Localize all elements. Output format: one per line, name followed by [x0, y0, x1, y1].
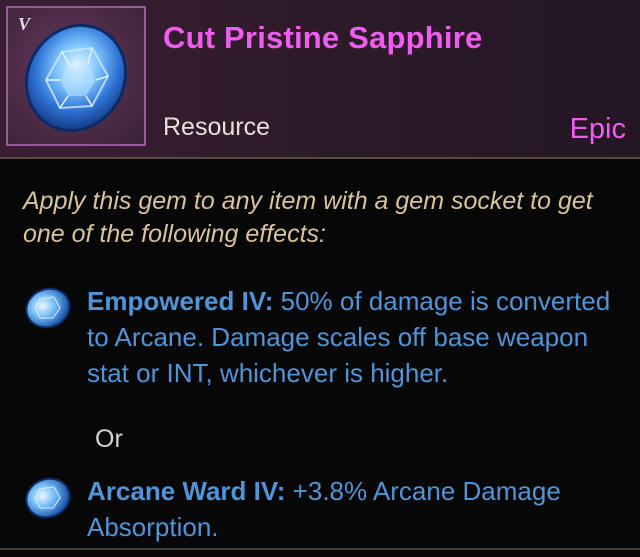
- effect-name: Empowered IV:: [87, 286, 274, 316]
- item-description: Apply this gem to any item with a gem so…: [23, 187, 593, 248]
- item-name: Cut Pristine Sapphire: [163, 20, 483, 55]
- item-icon-frame: V: [6, 6, 146, 146]
- effect-text: Arcane Ward IV: +3.8% Arcane Damage Abso…: [87, 473, 627, 545]
- bottom-divider: [0, 548, 640, 550]
- effect-name: Arcane Ward IV:: [87, 476, 286, 506]
- item-tooltip: V Cut Pristine Sapphire Resource Epic Ap…: [0, 0, 640, 557]
- effect-text: Empowered IV: 50% of damage is converted…: [87, 283, 627, 391]
- item-type: Resource: [163, 113, 270, 141]
- sapphire-gem-icon: [24, 23, 128, 133]
- item-rarity: Epic: [569, 113, 626, 145]
- sapphire-gem-icon: [25, 287, 71, 329]
- tooltip-header: V Cut Pristine Sapphire Resource Epic: [0, 0, 640, 159]
- sapphire-gem-icon: [25, 477, 71, 519]
- effect-separator: Or: [95, 425, 123, 453]
